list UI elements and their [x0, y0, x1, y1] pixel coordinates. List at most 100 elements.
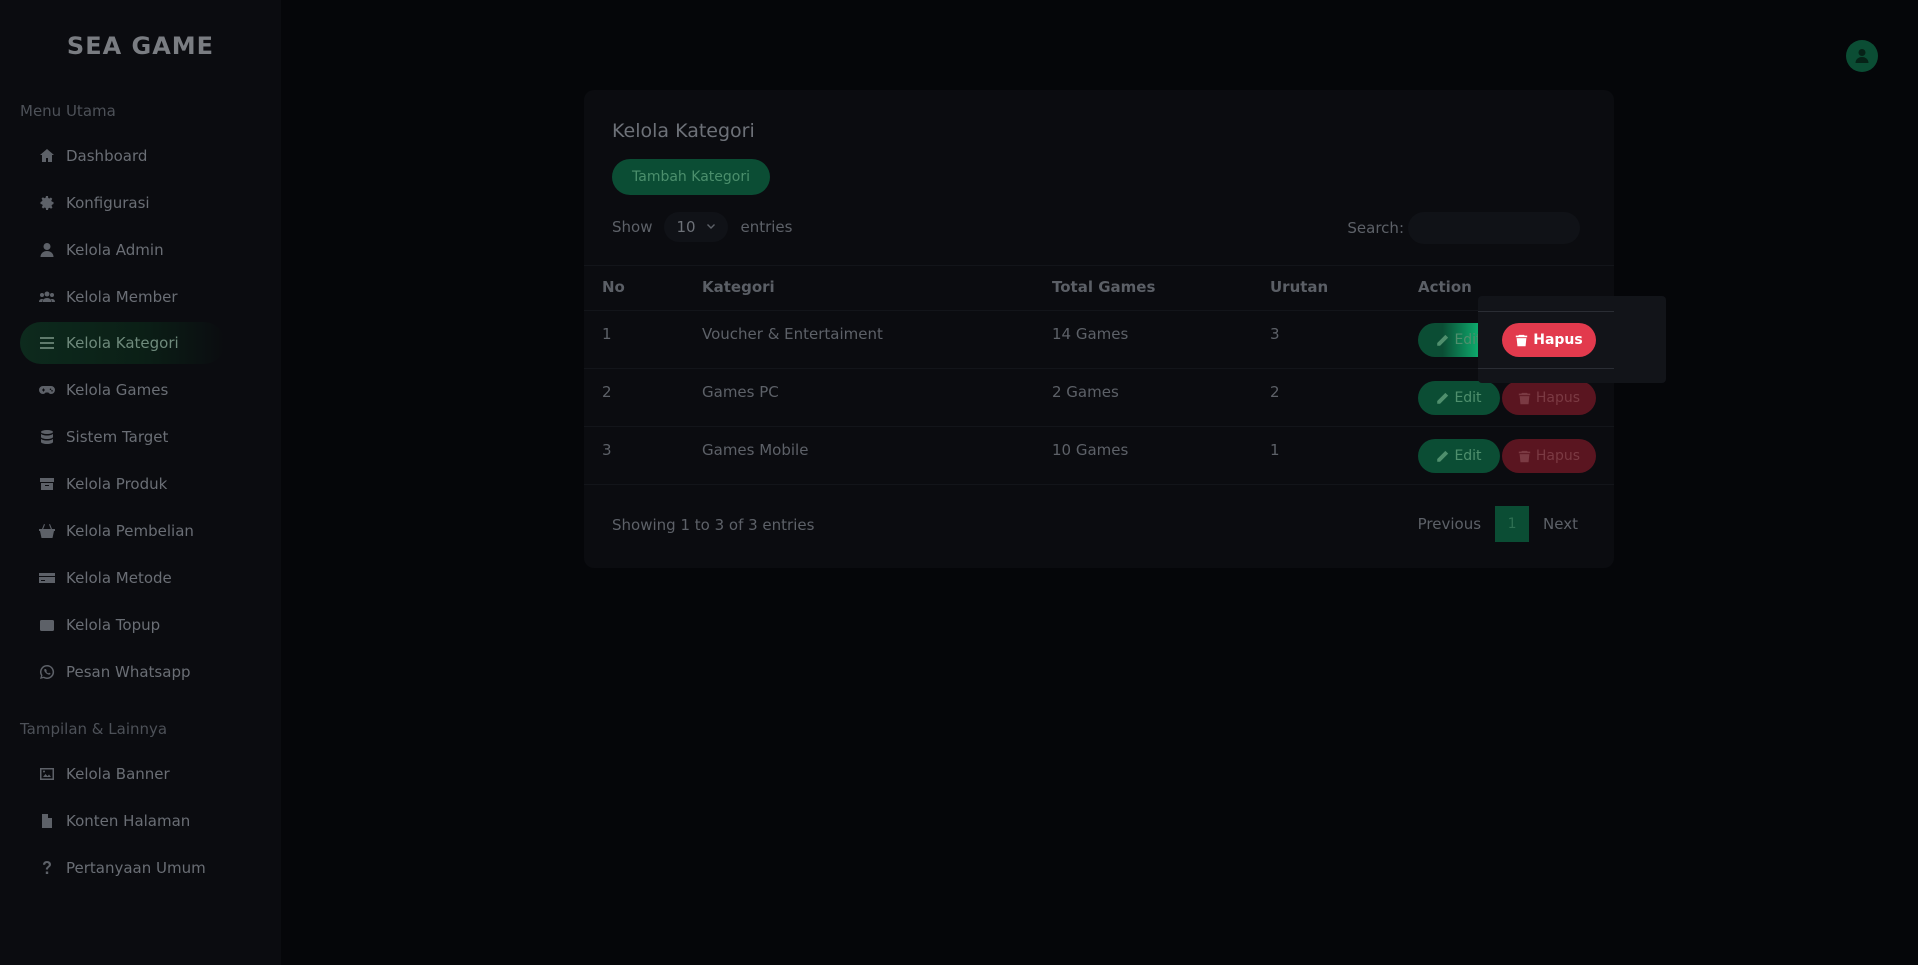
box-icon — [37, 476, 57, 492]
cell-total-games: 14 Games — [1052, 325, 1129, 343]
whatsapp-icon — [37, 664, 57, 680]
logo[interactable]: SEA GAME — [0, 32, 281, 60]
column-header-kategori[interactable]: Kategori — [702, 278, 775, 296]
search-control: Search: — [1347, 212, 1580, 244]
entries-select[interactable]: 10 — [664, 212, 729, 242]
sidebar-item-label: Dashboard — [66, 147, 148, 165]
edit-button[interactable]: Edit — [1418, 381, 1500, 415]
column-header-urutan[interactable]: Urutan — [1270, 278, 1328, 296]
pagination-next[interactable]: Next — [1543, 515, 1578, 533]
add-category-button[interactable]: Tambah Kategori — [612, 159, 770, 195]
search-input[interactable] — [1408, 212, 1580, 244]
page-title: Kelola Kategori — [612, 120, 755, 142]
sidebar-item-label: Pesan Whatsapp — [66, 663, 191, 681]
cell-no: 2 — [602, 383, 612, 401]
sidebar-item-kelola-metode[interactable]: Kelola Metode — [20, 557, 225, 599]
pencil-icon — [1437, 392, 1449, 404]
gamepad-icon — [37, 382, 57, 398]
sidebar-item-label: Konten Halaman — [66, 812, 191, 830]
cell-urutan: 1 — [1270, 441, 1280, 459]
home-icon — [37, 148, 57, 164]
row-divider — [1478, 311, 1614, 312]
column-header-action[interactable]: Action — [1418, 278, 1472, 296]
cell-total-games: 2 Games — [1052, 383, 1119, 401]
image-icon — [37, 766, 57, 782]
section-label-main: Menu Utama — [20, 102, 116, 120]
sidebar: SEA GAME Menu Utama Dashboard Konfiguras… — [0, 0, 281, 965]
delete-button[interactable]: Hapus — [1502, 323, 1596, 357]
sidebar-item-kelola-admin[interactable]: Kelola Admin — [20, 229, 225, 271]
gear-icon — [37, 195, 57, 211]
question-icon — [37, 860, 57, 876]
cell-kategori: Voucher & Entertaiment — [702, 325, 883, 343]
user-icon — [37, 242, 57, 258]
file-icon — [37, 813, 57, 829]
trash-icon — [1518, 450, 1531, 462]
sidebar-item-label: Kelola Kategori — [66, 334, 179, 352]
sidebar-item-dashboard[interactable]: Dashboard — [20, 135, 225, 177]
sidebar-item-label: Kelola Games — [66, 381, 169, 399]
delete-button[interactable]: Hapus — [1502, 439, 1596, 473]
delete-button[interactable]: Hapus — [1502, 381, 1596, 415]
entries-select-value: 10 — [676, 218, 696, 236]
sidebar-item-label: Kelola Topup — [66, 616, 161, 634]
pencil-icon — [1437, 334, 1449, 346]
sidebar-item-pertanyaan-umum[interactable]: Pertanyaan Umum — [20, 847, 225, 889]
cell-kategori: Games Mobile — [702, 441, 809, 459]
sidebar-item-label: Sistem Target — [66, 428, 169, 446]
database-icon — [37, 429, 57, 445]
sidebar-item-label: Pertanyaan Umum — [66, 859, 206, 877]
pencil-icon — [1437, 450, 1449, 462]
row-divider — [584, 484, 1614, 485]
delete-label: Hapus — [1535, 448, 1581, 464]
pagination-page-1[interactable]: 1 — [1495, 506, 1530, 542]
section-label-other: Tampilan & Lainnya — [20, 720, 168, 738]
sidebar-item-kelola-pembelian[interactable]: Kelola Pembelian — [20, 510, 225, 552]
column-header-total-games[interactable]: Total Games — [1052, 278, 1155, 296]
cell-urutan: 2 — [1270, 383, 1280, 401]
row-divider — [584, 310, 1614, 311]
user-icon — [1855, 49, 1869, 63]
credit-card-icon — [37, 570, 57, 586]
user-avatar[interactable] — [1846, 40, 1878, 72]
trash-icon — [1518, 392, 1531, 404]
delete-label: Hapus — [1535, 390, 1581, 406]
list-icon — [37, 335, 57, 351]
wallet-icon — [37, 617, 57, 633]
row-divider — [584, 426, 1614, 427]
basket-icon — [37, 523, 57, 539]
sidebar-item-label: Kelola Metode — [66, 569, 172, 587]
cell-urutan: 3 — [1270, 325, 1280, 343]
sidebar-item-label: Kelola Banner — [66, 765, 170, 783]
search-label: Search: — [1347, 219, 1404, 237]
cell-no: 1 — [602, 325, 612, 343]
pagination-previous[interactable]: Previous — [1418, 515, 1481, 533]
entries-label: entries — [740, 218, 793, 236]
row-divider — [584, 368, 1614, 369]
sidebar-item-kelola-topup[interactable]: Kelola Topup — [20, 604, 225, 646]
users-icon — [37, 289, 57, 305]
sidebar-item-konten-halaman[interactable]: Konten Halaman — [20, 800, 225, 842]
delete-label: Hapus — [1533, 332, 1583, 348]
sidebar-item-sistem-target[interactable]: Sistem Target — [20, 416, 225, 458]
show-label: Show — [612, 218, 653, 236]
row-divider — [1478, 368, 1614, 369]
cell-total-games: 10 Games — [1052, 441, 1129, 459]
edit-button[interactable]: Edit — [1418, 439, 1500, 473]
sidebar-item-label: Kelola Produk — [66, 475, 168, 493]
sidebar-item-label: Konfigurasi — [66, 194, 150, 212]
chevron-down-icon — [707, 224, 716, 229]
table-divider — [584, 265, 1614, 266]
sidebar-item-kelola-banner[interactable]: Kelola Banner — [20, 753, 225, 795]
sidebar-item-konfigurasi[interactable]: Konfigurasi — [20, 182, 225, 224]
sidebar-item-kelola-member[interactable]: Kelola Member — [20, 276, 225, 318]
sidebar-item-pesan-whatsapp[interactable]: Pesan Whatsapp — [20, 651, 225, 693]
trash-icon — [1516, 334, 1528, 346]
cell-no: 3 — [602, 441, 612, 459]
sidebar-item-kelola-produk[interactable]: Kelola Produk — [20, 463, 225, 505]
column-header-no[interactable]: No — [602, 278, 625, 296]
table-info: Showing 1 to 3 of 3 entries — [612, 516, 815, 534]
sidebar-item-kelola-games[interactable]: Kelola Games — [20, 369, 225, 411]
entries-length-control: Show 10 entries — [612, 212, 792, 242]
sidebar-item-kelola-kategori[interactable]: Kelola Kategori — [20, 322, 225, 364]
